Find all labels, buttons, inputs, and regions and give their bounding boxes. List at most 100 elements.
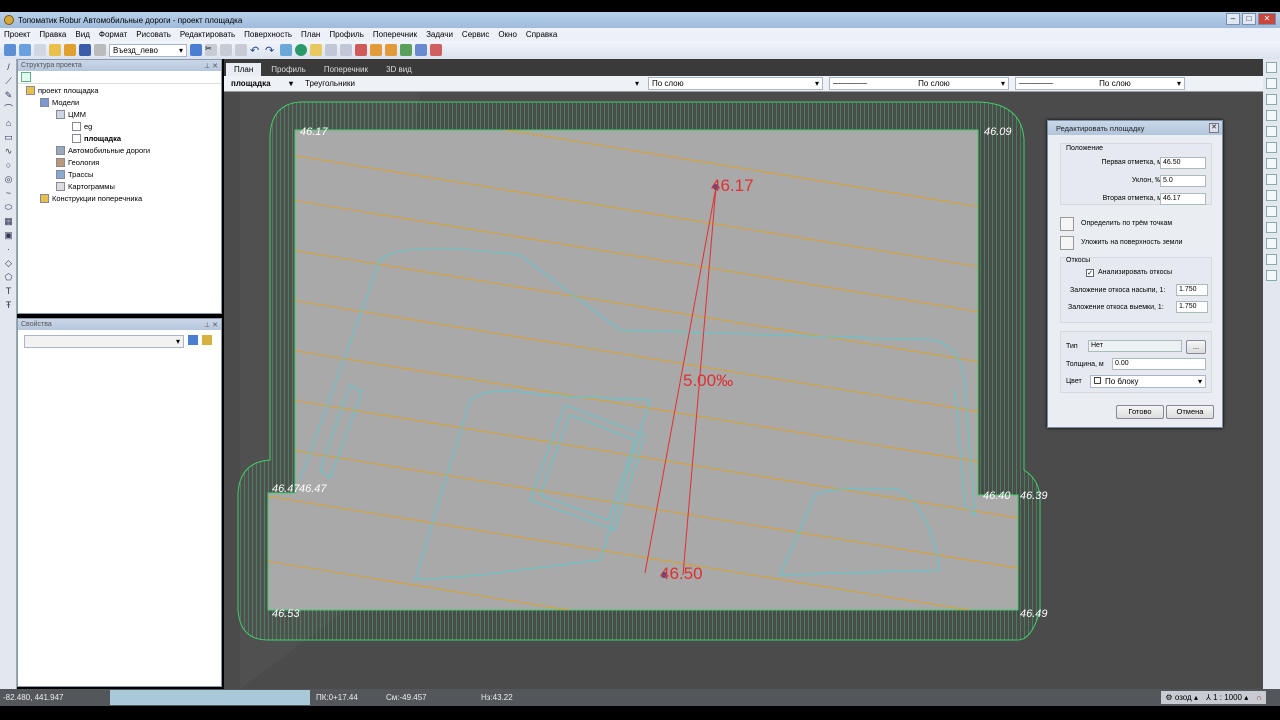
copy-icon[interactable] [220,44,232,56]
marker2-icon[interactable] [385,44,397,56]
tree-item[interactable]: Автомобильные дороги [18,144,221,156]
tree-item[interactable]: Картограммы [18,180,221,192]
tool-icon[interactable] [1266,174,1277,185]
menu-modify[interactable]: Редактировать [180,30,235,39]
scale-button[interactable]: ⅄ 1 : 1000 ▴ [1201,691,1253,704]
menu-format[interactable]: Формат [99,30,127,39]
three-points-icon[interactable] [1060,217,1074,231]
tool-icon[interactable] [1266,126,1277,137]
region-icon[interactable]: ◇ [3,258,14,269]
menu-service[interactable]: Сервис [462,30,489,39]
tool-icon[interactable] [1266,78,1277,89]
paste-icon[interactable] [235,44,247,56]
refresh-icon[interactable] [21,72,31,82]
lineweight-select[interactable]: ────── По слою ▾ [1015,77,1185,90]
menu-plan[interactable]: План [301,30,320,39]
type-browse-button[interactable]: ... [1186,340,1206,354]
pencil2-icon[interactable] [19,44,31,56]
pen-icon[interactable]: ✎ [3,90,14,101]
cut-icon[interactable]: ✂ [205,44,217,56]
open-icon[interactable] [64,44,76,56]
tool-icon[interactable] [1266,222,1277,233]
tree-item[interactable]: проект площадка [18,84,221,96]
target-icon[interactable]: ◎ [3,174,14,185]
marker-icon[interactable] [370,44,382,56]
delete-icon[interactable] [430,44,442,56]
analyze-slopes-checkbox[interactable]: ✓ [1086,269,1094,277]
circle-icon[interactable]: ○ [3,160,14,171]
snap-mode-button[interactable]: ⚙ озод ▴ [1161,691,1202,704]
save-icon[interactable] [79,44,91,56]
three-points-button[interactable]: Определить по трём точкам [1081,220,1172,227]
hatch-icon[interactable]: ▦ [3,216,14,227]
menu-window[interactable]: Окно [498,30,517,39]
tab-cross-section[interactable]: Поперечник [316,63,376,76]
layers-icon[interactable] [310,44,322,56]
ellipse-icon[interactable]: ⬭ [3,202,14,213]
preview-icon[interactable] [34,44,46,56]
tool-icon[interactable] [1266,158,1277,169]
line-icon[interactable]: / [3,62,14,73]
magnet-icon[interactable]: ∩ [1252,691,1266,704]
cut-slope-input[interactable]: 1.750 [1176,301,1208,313]
tree-item[interactable]: Трассы [18,168,221,180]
tool-icon[interactable] [1266,254,1277,265]
tab-3d[interactable]: 3D вид [378,63,420,76]
shape-icon[interactable]: ⬠ [3,272,14,283]
redo-icon[interactable]: ↷ [265,44,277,57]
filter-icon[interactable] [202,335,212,345]
fill-slope-input[interactable]: 1.750 [1176,284,1208,296]
mtext-icon[interactable]: Ŧ [3,300,14,311]
color-select[interactable]: По слою ▾ [648,77,823,90]
new-icon[interactable] [49,44,61,56]
text-icon[interactable]: T [3,286,14,297]
first-mark-input[interactable]: 46.50 [1160,157,1206,169]
menu-profile[interactable]: Профиль [329,30,364,39]
tree-item-selected[interactable]: площадка [18,132,221,144]
spline-icon[interactable]: ~ [3,188,14,199]
image-icon[interactable]: ▣ [3,230,14,241]
tool-icon[interactable] [1266,238,1277,249]
pin-close-icons[interactable]: ⊥ ✕ [204,62,218,70]
close-button[interactable]: ✕ [1258,13,1276,25]
linetype-select[interactable]: ────── По слою ▾ [829,77,1009,90]
undo-icon[interactable]: ↶ [250,44,262,57]
snap-toggle-buttons[interactable] [110,690,310,705]
print-icon[interactable] [94,44,106,56]
zoom-icon[interactable] [280,44,292,56]
tree-item[interactable]: Модели [18,96,221,108]
ground-surface-icon[interactable] [1060,236,1074,250]
maximize-button[interactable]: □ [1242,13,1256,25]
second-mark-input[interactable]: 46.17 [1160,193,1206,205]
rect-icon[interactable]: ▭ [3,132,14,143]
menu-view[interactable]: Вид [75,30,89,39]
style-select[interactable]: Треугольники ▾ [302,77,642,90]
tool-icon[interactable] [1266,110,1277,121]
menu-tasks[interactable]: Задачи [426,30,453,39]
tool-icon[interactable] [1266,206,1277,217]
tool-icon[interactable] [1266,62,1277,73]
slope-input[interactable]: 5.0 [1160,175,1206,187]
tree-item[interactable]: ЦММ [18,108,221,120]
lay-on-ground-button[interactable]: Уложить на поверхность земли [1081,239,1182,246]
block-icon[interactable] [415,44,427,56]
menu-surface[interactable]: Поверхность [244,30,292,39]
menu-cross-section[interactable]: Поперечник [373,30,417,39]
measure-icon[interactable] [340,44,352,56]
globe-icon[interactable] [295,44,307,56]
style-icon[interactable] [355,44,367,56]
properties-select[interactable]: ▾ [24,335,184,348]
polyline-icon[interactable]: ⟋ [3,76,14,87]
tree-item[interactable]: Геология [18,156,221,168]
tree-item[interactable]: eg [18,120,221,132]
pin-close-icons[interactable]: ⊥ ✕ [204,321,218,329]
tab-plan[interactable]: План [226,63,262,76]
curve-icon[interactable]: ∿ [3,146,14,157]
tool-icon[interactable] [1266,190,1277,201]
ok-button[interactable]: Готово [1116,405,1164,419]
sort-icon[interactable] [188,335,198,345]
thickness-input[interactable]: 0.00 [1112,358,1206,370]
menu-draw[interactable]: Рисовать [136,30,171,39]
dialog-close-button[interactable]: ✕ [1209,123,1219,133]
color-dropdown[interactable]: По блоку ▾ [1090,375,1206,388]
